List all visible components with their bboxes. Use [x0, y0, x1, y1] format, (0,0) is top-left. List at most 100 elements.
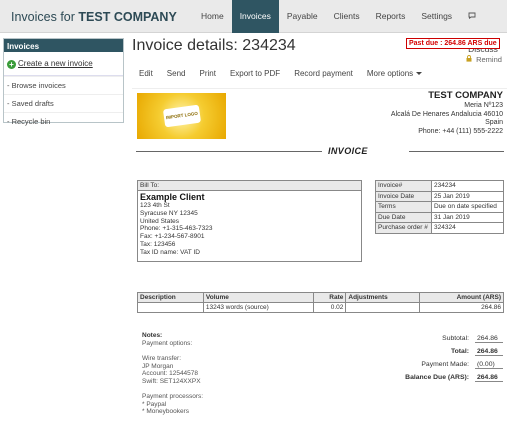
company-address: TEST COMPANY Meria Nº123 Alcalá De Henar…	[391, 91, 503, 136]
sidebar-item-drafts[interactable]: - Saved drafts	[4, 94, 123, 112]
cell-amount: 264.86	[419, 302, 504, 313]
bill-to-label: Bill To:	[138, 181, 361, 191]
nav-reports[interactable]: Reports	[368, 0, 414, 33]
subtotal-label: Subtotal:	[442, 335, 469, 342]
meta-key: Purchase order #	[375, 222, 432, 234]
wire-title: Wire transfer:	[142, 355, 182, 362]
meta-key: Due Date	[375, 211, 432, 223]
past-due-badge: Past due : 264.86 ARS due	[406, 38, 500, 49]
balance-due-row: Balance Due (ARS): 264.86	[395, 371, 503, 384]
app-brand[interactable]: Invoices for TEST COMPANY	[11, 10, 177, 24]
meta-row: Terms Due on date specified	[375, 201, 504, 213]
balance-due-value: 264.86	[475, 374, 503, 382]
bill-to-line: 123 4th St	[140, 202, 170, 209]
create-invoice-label: Create a new invoice	[18, 59, 93, 68]
nav-home[interactable]: Home	[193, 0, 232, 33]
client-name: Example Client	[140, 192, 205, 202]
nav-settings-label: Settings	[421, 11, 453, 21]
edit-button[interactable]: Edit	[132, 69, 160, 78]
subtotal-row: Subtotal: 264.86	[395, 332, 503, 345]
meta-key: Invoice#	[375, 180, 432, 192]
nav-invoices[interactable]: Invoices	[231, 0, 279, 33]
table-header-row: Description Volume Rate Adjustments Amou…	[137, 292, 504, 303]
record-payment-button[interactable]: Record payment	[287, 69, 360, 78]
wire-line: Account: 12544578	[142, 370, 199, 377]
chevron-down-icon	[416, 72, 423, 75]
invoice-heading: INVOICE	[328, 146, 368, 156]
meta-row: Invoice Date 25 Jan 2019	[375, 190, 504, 202]
print-button[interactable]: Print	[192, 69, 222, 78]
table-row: 13243 words (source) 0.02 264.86	[137, 302, 504, 313]
remind-button[interactable]: Remind	[466, 55, 502, 64]
company-line: Phone: +44 (111) 555-2222	[418, 127, 503, 135]
nav-clients[interactable]: Clients	[326, 0, 368, 33]
bill-to-line: United States	[140, 217, 180, 225]
meta-value: 25 Jan 2019	[431, 190, 504, 202]
more-options-dropdown[interactable]: More options	[360, 69, 429, 78]
main-nav: Home Invoices Payable Clients Reports Se…	[193, 0, 507, 54]
col-volume: Volume	[202, 292, 315, 303]
more-options-label: More options	[366, 69, 414, 78]
payment-made-row: Payment Made: (0.00)	[395, 358, 503, 371]
processor-item: * Paypal	[142, 400, 167, 408]
divider	[409, 151, 504, 152]
meta-value: Due on date specified	[431, 201, 504, 213]
meta-row: Purchase order #324324	[375, 222, 504, 234]
bill-to-line: Phone: +1-315-463-7323	[140, 225, 213, 233]
export-pdf-button[interactable]: Export to PDF	[223, 69, 287, 78]
plus-icon: +	[7, 60, 16, 69]
nav-reports-label: Reports	[375, 11, 406, 21]
payment-made-value: (0.00)	[475, 361, 503, 369]
invoice-toolbar: Edit Send Print Export to PDF Record pay…	[132, 69, 429, 78]
nav-discuss[interactable]: Discuss	[460, 0, 507, 54]
nav-payable-label: Payable	[286, 11, 318, 21]
payment-made-label: Payment Made:	[421, 361, 469, 368]
create-invoice-link[interactable]: + Create a new invoice	[4, 52, 123, 76]
col-description: Description	[137, 292, 204, 303]
nav-clients-label: Clients	[333, 11, 360, 21]
totals-block: Subtotal: 264.86 Total: 264.86 Payment Mad…	[395, 332, 503, 384]
meta-row: Invoice# 234234	[375, 180, 504, 192]
company-name: TEST COMPANY	[428, 90, 503, 101]
invoice-notes: Notes: Payment options: Wire transfer: J…	[142, 332, 203, 416]
send-button[interactable]: Send	[160, 69, 193, 78]
company-line: Spain	[485, 119, 503, 127]
top-bar: Invoices for TEST COMPANY Home Invoices …	[0, 0, 507, 54]
cell-adjustments	[345, 302, 421, 313]
nav-payable[interactable]: Payable	[279, 0, 326, 33]
meta-key: Terms	[375, 201, 432, 213]
bill-to-line: Fax: +1-234-567-8901	[140, 233, 205, 241]
sidebar-item-recycle[interactable]: - Recycle bin	[4, 112, 123, 130]
line-items-table: Description Volume Rate Adjustments Amou…	[137, 292, 504, 313]
meta-value: 324324	[431, 222, 504, 234]
subtotal-value: 264.86	[475, 335, 503, 343]
cell-description	[137, 302, 204, 313]
nav-invoices-label: Invoices	[239, 11, 271, 21]
balance-due-label: Balance Due (ARS):	[405, 374, 469, 381]
meta-row: Due Date 31 Jan 2019	[375, 211, 504, 223]
processor-item: * Moneybookers	[142, 408, 189, 415]
payment-options: Payment options:	[142, 339, 193, 347]
remind-label: Remind	[476, 55, 502, 64]
bill-to-box: Bill To: Example Client 123 4th St Syrac…	[137, 180, 362, 262]
cell-rate: 0.02	[313, 302, 347, 313]
sidebar-item-browse[interactable]: - Browse invoices	[4, 76, 123, 94]
notes-title: Notes:	[142, 332, 163, 339]
bill-to-line: Syracuse NY 12345	[140, 209, 198, 217]
nav-home-label: Home	[201, 11, 224, 21]
bill-to-line: Tax ID name: VAT ID	[140, 248, 200, 256]
sidebar: Invoices + Create a new invoice - Browse …	[3, 38, 124, 126]
nav-settings[interactable]: Settings	[413, 0, 460, 33]
processors-title: Payment processors:	[142, 393, 204, 400]
total-value: 264.86	[475, 348, 503, 356]
divider	[136, 151, 322, 152]
wire-line: Swift: SET124XXPX	[142, 377, 201, 385]
col-amount: Amount (ARS)	[419, 292, 504, 303]
total-row: Total: 264.86	[395, 345, 503, 358]
meta-value: 234234	[431, 180, 504, 192]
company-line: Meria Nº123	[464, 102, 503, 109]
company-logo: IMPORT LOGO	[137, 93, 226, 139]
company-line: Alcalá De Henares Andalucia 46010	[390, 110, 503, 118]
meta-key: Invoice Date	[375, 190, 432, 202]
sidebar-heading: Invoices	[4, 39, 123, 52]
